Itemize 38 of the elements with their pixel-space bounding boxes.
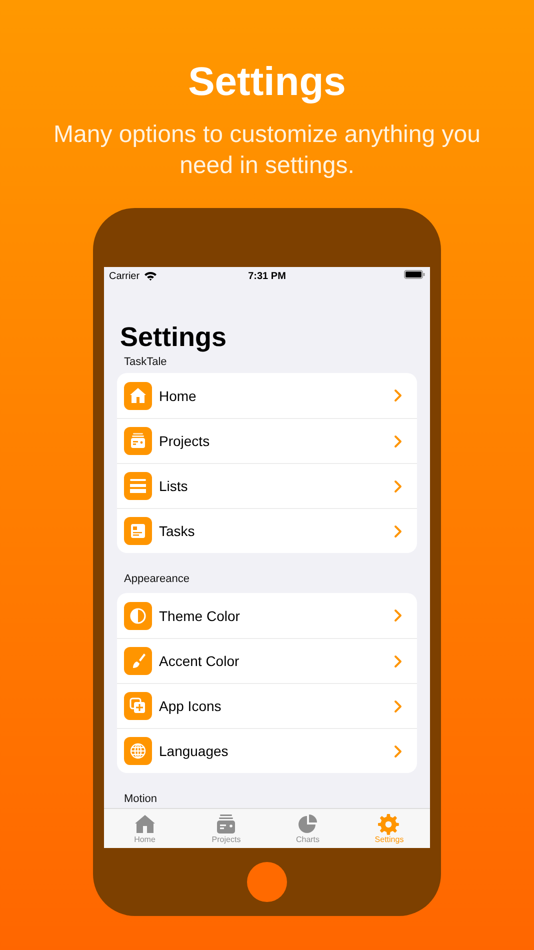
brush-icon <box>124 647 152 675</box>
chevron-icon <box>394 744 402 758</box>
section-header: Motion <box>124 792 158 806</box>
house-icon <box>134 812 156 834</box>
status-time: 7:31 PM <box>248 270 286 282</box>
house-icon <box>124 382 152 410</box>
tray-icon <box>124 427 152 455</box>
section-header: Appeareance <box>124 572 190 586</box>
settings-row[interactable]: App Icons <box>117 683 417 728</box>
battery-icon <box>404 270 425 279</box>
section-header: TaskTale <box>124 355 168 369</box>
settings-row[interactable]: Lists <box>117 463 417 508</box>
screen-title: Settings <box>120 321 228 354</box>
subheadline: Many options to customize anything you need in settings. <box>52 120 482 181</box>
card-icon <box>124 517 152 545</box>
settings-row[interactable]: Tasks <box>117 508 417 553</box>
tray-icon <box>215 812 238 834</box>
settings-row[interactable]: Theme Color <box>117 593 417 638</box>
settings-icon <box>378 812 400 834</box>
chevron-icon <box>394 389 402 402</box>
pie-chart-icon <box>296 812 319 834</box>
chevron-icon <box>394 609 402 622</box>
settings-row[interactable]: Projects <box>117 418 417 463</box>
chevron-icon <box>394 654 402 668</box>
settings-row[interactable]: Accent Color <box>117 638 417 683</box>
wifi-icon <box>144 271 157 281</box>
chevron-icon <box>394 434 402 448</box>
chevron-icon <box>394 480 402 492</box>
home-button[interactable] <box>247 862 287 902</box>
settings-row[interactable]: Languages <box>117 728 417 773</box>
chevron-icon <box>394 700 402 712</box>
globe-icon <box>124 737 152 765</box>
carrier-label: Carrier <box>109 270 140 282</box>
headline: Settings <box>188 59 346 106</box>
chevron-icon <box>394 524 402 538</box>
lines-icon <box>124 472 152 500</box>
squares-icon <box>124 692 152 720</box>
settings-row[interactable]: Home <box>117 373 417 418</box>
